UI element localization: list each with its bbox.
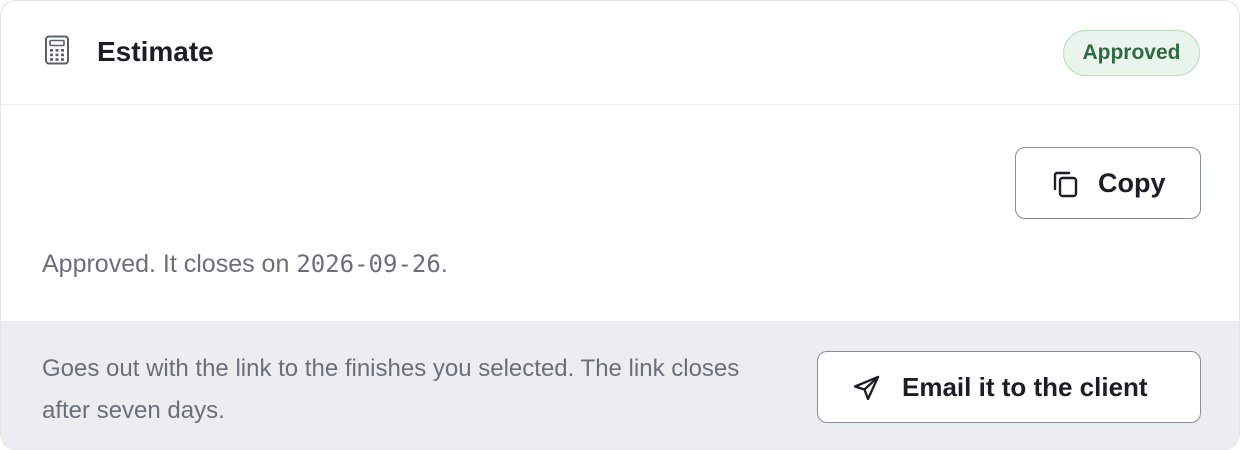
card-header: Estimate Approved — [1, 1, 1239, 105]
status-badge: Approved — [1063, 30, 1200, 76]
close-date: 2026-09-26 — [296, 250, 441, 278]
status-message: Approved. It closes on 2026-09-26. — [42, 247, 448, 281]
card-body: Copy Approved. It closes on 2026-09-26. — [1, 105, 1239, 321]
email-button-label: Email it to the client — [902, 372, 1148, 402]
calculator-icon — [44, 35, 70, 65]
send-icon — [852, 373, 882, 403]
email-note: Goes out with the link to the finishes y… — [42, 355, 740, 424]
status-message-prefix: Approved. It closes on — [42, 250, 297, 278]
copy-button-label: Copy — [1098, 168, 1166, 198]
copy-button[interactable]: Copy — [1015, 147, 1201, 219]
email-client-button[interactable]: Email it to the client — [817, 351, 1201, 423]
copy-icon — [1050, 169, 1080, 199]
card-title: Estimate — [97, 36, 214, 67]
status-message-suffix: . — [440, 250, 448, 278]
card-footer: Goes out with the link to the finishes y… — [1, 321, 1239, 449]
estimate-card: Estimate Approved Copy Approved. It clos… — [0, 0, 1240, 450]
